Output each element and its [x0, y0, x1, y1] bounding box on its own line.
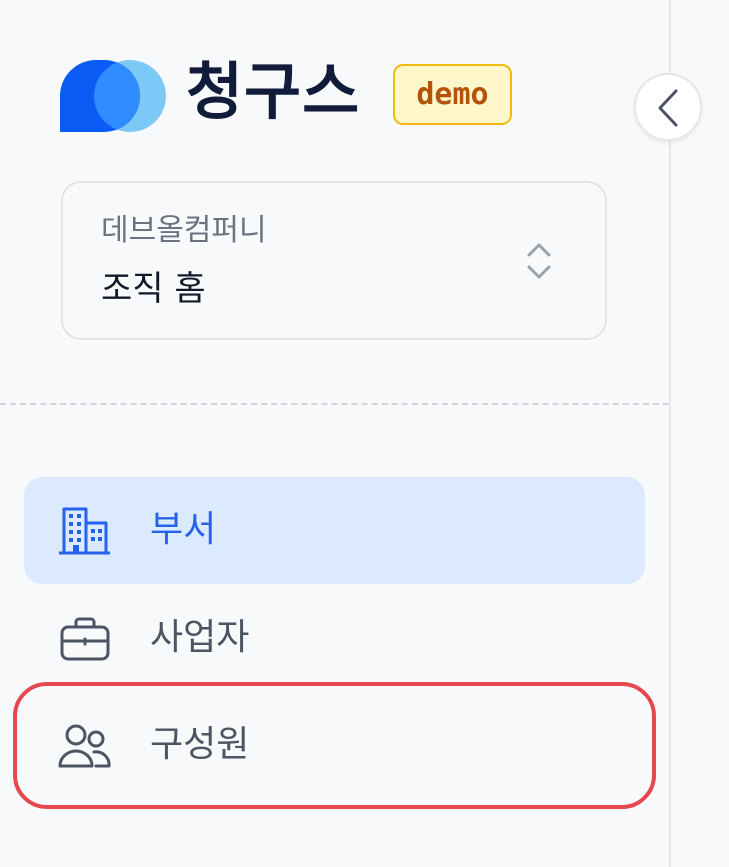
- selection-highlight: [13, 682, 656, 809]
- demo-badge: demo: [393, 64, 512, 125]
- collapse-sidebar-button[interactable]: [634, 73, 702, 141]
- nav-item-label: 부서: [150, 509, 217, 550]
- brand-logo-icon: [60, 60, 168, 132]
- organization-selector[interactable]: 데브올컴퍼니 조직 홈: [61, 181, 607, 340]
- section-divider: [0, 403, 669, 405]
- chevron-up-down-icon: [525, 239, 553, 287]
- organization-name: 데브올컴퍼니: [101, 213, 267, 248]
- current-page-label: 조직 홈: [101, 269, 206, 309]
- nav-item-businesses[interactable]: 사업자: [24, 585, 645, 692]
- nav-item-departments[interactable]: 부서: [24, 477, 645, 584]
- chevron-left-icon: [658, 89, 678, 127]
- nav-item-label: 사업자: [150, 617, 250, 658]
- sidebar: 청구스 demo 데브올컴퍼니 조직 홈 부서 사업자 구성원: [0, 0, 669, 867]
- brand-name: 청구스: [186, 55, 361, 128]
- building-icon: [56, 503, 112, 559]
- briefcase-icon: [56, 611, 112, 667]
